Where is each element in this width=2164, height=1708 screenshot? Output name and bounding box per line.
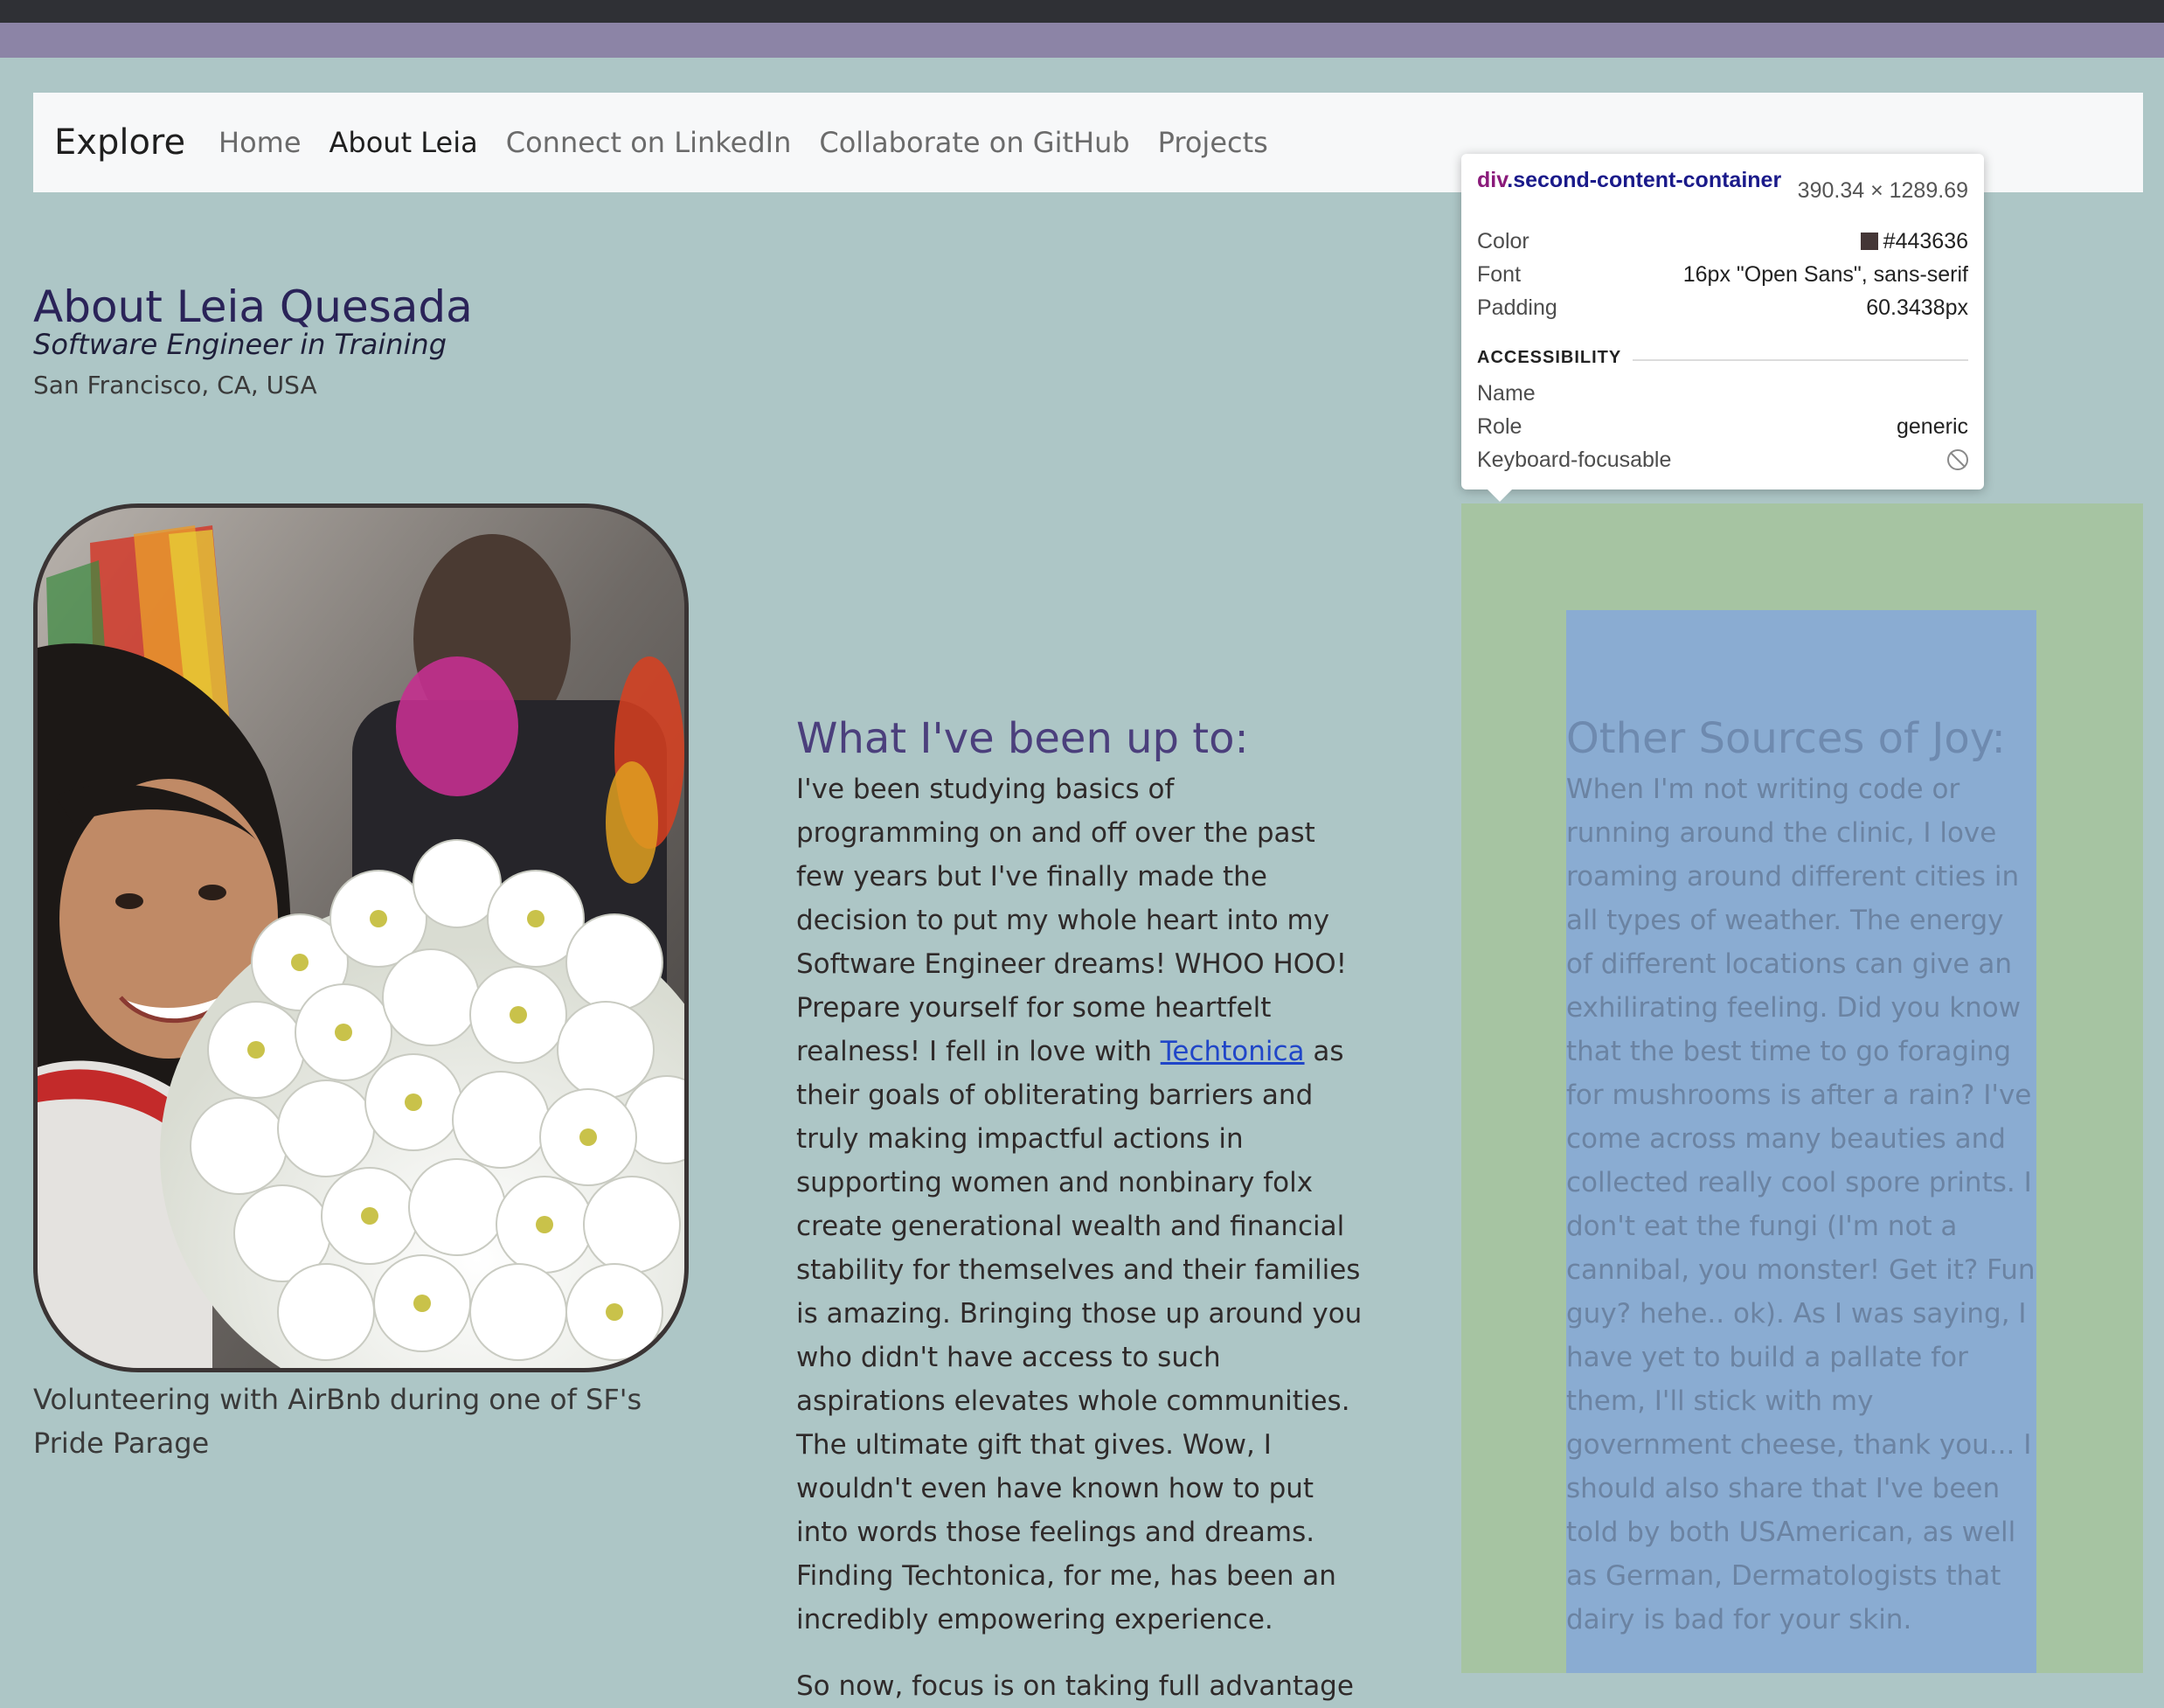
- inspector-row-role: Role generic: [1477, 414, 1968, 444]
- nav-link-github[interactable]: Collaborate on GitHub: [819, 126, 1129, 159]
- inspector-row-name: Name: [1477, 381, 1968, 411]
- techtonica-link[interactable]: Techtonica: [1161, 1036, 1305, 1067]
- color-swatch-icon: [1860, 233, 1878, 250]
- nav-link-home[interactable]: Home: [218, 126, 302, 159]
- joy-paragraph: When I'm not writing code or running aro…: [1566, 774, 2036, 1635]
- nav-links: Home About Leia Connect on LinkedIn Coll…: [218, 93, 1268, 192]
- inspector-class: .second-content-container: [1507, 168, 1782, 192]
- inspector-padding-label: Padding: [1477, 295, 1557, 320]
- up-to-paragraph-2: So now, focus is on taking full advantag…: [796, 1670, 1354, 1702]
- page-subtitle: Software Engineer in Training: [33, 328, 447, 361]
- joy-section: Other Sources of Joy: When I'm not writi…: [1566, 710, 2038, 1642]
- nav-link-linkedin[interactable]: Connect on LinkedIn: [506, 126, 792, 159]
- up-to-paragraph-1: I've been studying basics of programming…: [796, 767, 1364, 1642]
- nav-link-about-leia[interactable]: About Leia: [329, 126, 478, 159]
- inspector-name-label: Name: [1477, 381, 1536, 406]
- inspector-font-value: 16px "Open Sans", sans-serif: [1682, 262, 1968, 287]
- inspector-role-label: Role: [1477, 414, 1522, 439]
- inspector-row-font: Font 16px "Open Sans", sans-serif: [1477, 262, 1968, 292]
- inspector-color-value: #443636: [1883, 229, 1968, 253]
- inspector-row-focusable: Keyboard-focusable: [1477, 448, 1968, 477]
- page-title: About Leia Quesada: [33, 281, 473, 332]
- joy-heading: Other Sources of Joy:: [1566, 714, 2006, 763]
- inspector-color-value-wrap: #443636: [1860, 229, 1968, 254]
- inspector-padding-value: 60.3438px: [1866, 295, 1968, 320]
- inspector-row-padding: Padding 60.3438px: [1477, 295, 1968, 325]
- profile-photo: [33, 503, 689, 1372]
- up-to-heading: What I've been up to:: [796, 714, 1249, 763]
- inspector-color-label: Color: [1477, 229, 1529, 253]
- inspector-role-value: generic: [1897, 414, 1968, 439]
- paragraph-text-after-link: as their goals of obliterating barriers …: [796, 1036, 1363, 1635]
- tooltip-arrow: [1488, 489, 1512, 502]
- location-text: San Francisco, CA, USA: [33, 371, 317, 399]
- up-to-section: What I've been up to: I've been studying…: [796, 710, 1364, 1708]
- browser-top-bar: [0, 0, 2164, 23]
- top-banner: [0, 23, 2164, 58]
- nav-link-projects[interactable]: Projects: [1158, 126, 1268, 159]
- photo-caption: Volunteering with AirBnb during one of S…: [33, 1383, 642, 1460]
- inspector-tag: div: [1477, 168, 1508, 192]
- inspector-row-color: Color #443636: [1477, 229, 1968, 259]
- profile-photo-illustration: [38, 508, 684, 1368]
- inspector-tooltip: div.second-content-container 390.34 × 12…: [1461, 154, 1984, 502]
- paragraph-text-before-link: I've been studying basics of programming…: [796, 774, 1348, 1067]
- navbar-brand[interactable]: Explore: [54, 93, 185, 192]
- inspector-dimensions: 390.34 × 1289.69: [1797, 178, 1968, 203]
- inspector-element-name: div.second-content-container: [1477, 166, 1792, 194]
- accessibility-divider: [1633, 359, 1968, 361]
- inspector-focusable-label: Keyboard-focusable: [1477, 448, 1672, 472]
- accessibility-section-label: ACCESSIBILITY: [1477, 348, 1622, 367]
- not-focusable-icon-wrap: [1947, 448, 1968, 473]
- inspector-font-label: Font: [1477, 262, 1522, 287]
- not-allowed-icon: [1947, 449, 1968, 470]
